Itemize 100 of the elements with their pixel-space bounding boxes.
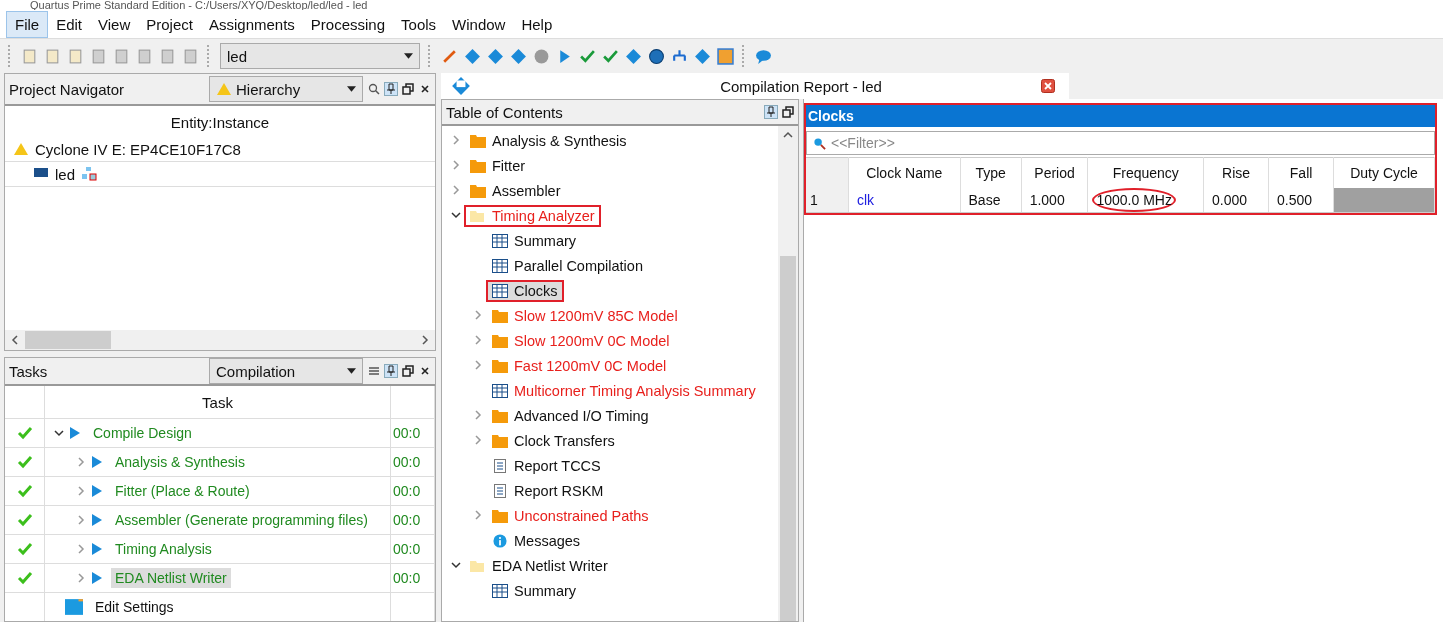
restore-icon[interactable] [402,83,414,95]
revision-dropdown[interactable]: led [220,43,420,69]
tree-item[interactable]: Assembler [464,179,567,202]
folder-icon [470,158,486,173]
chevron-right-icon[interactable] [75,543,87,555]
chevron-right-icon[interactable] [450,133,462,146]
restore-icon[interactable] [782,106,794,118]
table-cell: 1000.0 MHz [1096,192,1172,208]
flow-dropdown[interactable]: Compilation [209,358,363,384]
chevron-right-icon[interactable] [450,158,462,171]
tree-item[interactable]: Analysis & Synthesis [464,129,633,152]
speech-bubble-icon[interactable] [755,47,772,65]
close-icon[interactable] [419,365,431,377]
column-header: Task [45,386,391,419]
play-icon[interactable] [91,513,103,527]
play-icon[interactable] [91,571,103,585]
chevron-right-icon[interactable] [75,456,87,468]
window-title: Quartus Prime Standard Edition - C:/Users/XYQ/Desktop/led/led - led [0,0,1443,10]
diamond-icon[interactable] [694,47,711,65]
menu-item[interactable]: Tools [393,11,445,37]
diamond-icon[interactable] [625,47,642,65]
task-item[interactable]: Timing Analysis [111,539,216,559]
play-icon[interactable] [69,426,81,440]
stop-icon[interactable] [533,47,550,65]
chevron-down-icon[interactable] [53,427,65,439]
menu-item[interactable]: Project [138,11,201,37]
search-icon[interactable] [368,83,380,95]
view-dropdown[interactable]: Hierarchy [209,76,363,102]
scrollbar-thumb[interactable] [780,256,796,621]
tree-item[interactable]: Fitter [464,154,532,177]
chevron-right-icon[interactable] [472,333,484,346]
search-icon [813,137,826,150]
table-icon [492,583,508,598]
menu-item[interactable]: Window [444,11,514,37]
chevron-right-icon[interactable] [472,408,484,421]
tree-item[interactable]: Report TCCS [486,454,607,477]
column-header: Entity:Instance [169,113,271,133]
folder-icon [492,508,508,523]
table-cell-text: 00:0 [392,570,421,586]
chevron-right-icon[interactable] [75,572,87,584]
clock-icon[interactable] [648,47,665,65]
restore-icon[interactable] [402,365,414,377]
tree-item[interactable]: Slow 1200mV 0C Model [486,329,676,352]
tree-item[interactable]: Timing Analyzer [464,204,601,227]
menu-item[interactable]: Processing [302,11,394,37]
menu-item[interactable]: Help [513,11,561,37]
pin-icon[interactable] [765,106,777,118]
tree-item[interactable]: Report RSKM [486,479,610,502]
chevron-right-icon[interactable] [450,183,462,196]
task-item[interactable]: Fitter (Place & Route) [111,481,254,501]
chevron-right-icon[interactable] [75,514,87,526]
tree-item[interactable]: Parallel Compilation [486,254,649,277]
diamond-icon[interactable] [510,47,527,65]
chevron-right-icon[interactable] [472,358,484,371]
tree-item[interactable]: EDA Netlist Writer [464,554,614,577]
task-item[interactable]: Assembler (Generate programming files) [111,510,372,530]
column-header: Clock Name [848,157,961,188]
diamond-icon[interactable] [487,47,504,65]
table-cell: 0.500 [1277,192,1313,208]
close-icon[interactable] [1041,79,1055,93]
chevron-right-icon[interactable] [472,308,484,321]
filter-field[interactable]: <<Filter>> [806,131,1435,155]
pin-icon[interactable] [385,83,397,95]
chevron-right-icon[interactable] [472,433,484,446]
tree-item[interactable]: Slow 1200mV 85C Model [486,304,684,327]
window-icon [65,599,83,615]
tree-item[interactable]: Summary [486,229,583,252]
task-item[interactable]: Compile Design [89,423,196,443]
tree-item[interactable]: Clocks [486,279,564,302]
tree-item[interactable]: Advanced I/O Timing [486,404,655,427]
menu-item[interactable]: Edit [48,11,91,37]
tree-item[interactable]: Clock Transfers [486,429,621,452]
play-icon[interactable] [91,484,103,498]
diamond-icon[interactable] [464,47,481,65]
info-icon [492,533,508,548]
menu-item[interactable]: Assignments [200,11,303,37]
tree-item[interactable]: Messages [486,529,587,552]
chevron-right-icon[interactable] [75,485,87,497]
tree-item[interactable]: Summary [486,579,583,602]
play-icon[interactable] [91,542,103,556]
menu-item[interactable]: View [90,11,139,37]
play-icon[interactable] [91,455,103,469]
task-item[interactable]: Edit Settings [91,597,178,617]
report-tab[interactable]: Compilation Report - led [441,73,1069,99]
tree-item[interactable]: Fast 1200mV 0C Model [486,354,673,377]
clock-link[interactable]: clk [857,192,875,208]
document-icon [492,483,508,498]
menu-item[interactable]: File [6,10,49,38]
menu-icon[interactable] [368,365,380,377]
scrollbar-thumb[interactable] [25,331,111,349]
close-icon[interactable] [419,83,431,95]
pin-icon[interactable] [385,365,397,377]
table-cell: 1.000 [1029,192,1065,208]
tree-item[interactable]: Unconstrained Paths [486,504,655,527]
task-item[interactable]: Analysis & Synthesis [111,452,249,472]
tree-item[interactable]: led [55,165,76,183]
scroll-up-icon[interactable] [782,130,794,140]
tree-item[interactable]: Multicorner Timing Analysis Summary [486,379,762,402]
tree-item[interactable]: Cyclone IV E: EP4CE10F17C8 [35,140,241,158]
chevron-right-icon[interactable] [472,508,484,521]
